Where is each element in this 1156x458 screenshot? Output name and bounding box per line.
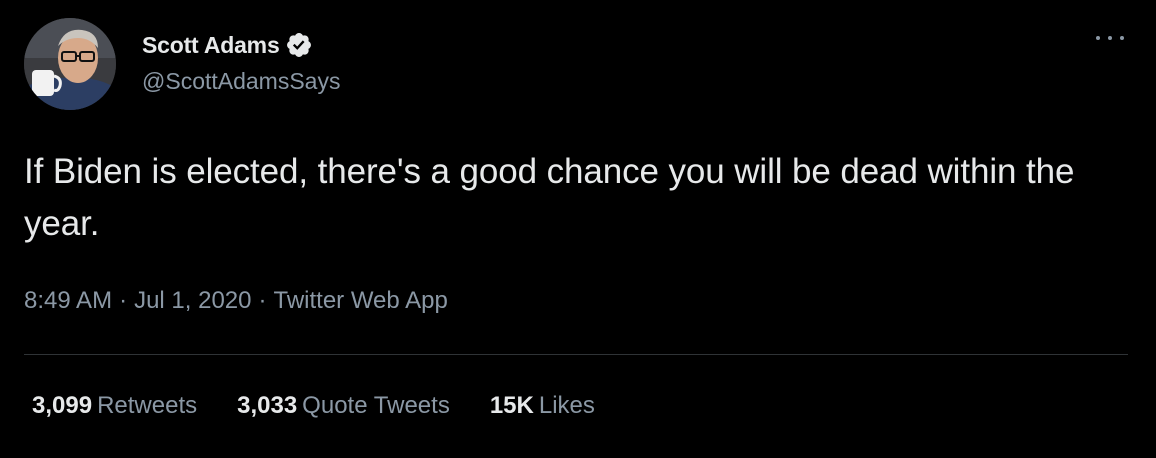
author-name[interactable]: Scott Adams	[142, 32, 280, 59]
meta-separator: ·	[119, 287, 128, 314]
divider	[24, 354, 1128, 355]
verified-badge-icon	[285, 31, 313, 59]
retweets-stat[interactable]: 3,099 Retweets	[32, 392, 197, 420]
quote-tweets-label: Quote Tweets	[302, 392, 450, 419]
author-name-row: Scott Adams	[142, 30, 340, 60]
tweet-meta: 8:49 AM · Jul 1, 2020 · Twitter Web App	[24, 287, 448, 315]
tweet-text: If Biden is elected, there's a good chan…	[24, 152, 1075, 243]
author-handle[interactable]: @ScottAdamsSays	[142, 68, 340, 95]
avatar[interactable]	[24, 18, 116, 110]
quote-tweets-stat[interactable]: 3,033 Quote Tweets	[237, 392, 450, 420]
likes-stat[interactable]: 15K Likes	[490, 392, 595, 420]
retweets-label: Retweets	[97, 392, 198, 419]
tweet-card: Scott Adams @ScottAdamsSays If Biden is …	[0, 0, 1156, 458]
meta-separator: ·	[258, 287, 267, 314]
tweet-time[interactable]: 8:49 AM	[24, 287, 112, 314]
tweet-stats: 3,099 Retweets 3,033 Quote Tweets 15K Likes	[32, 392, 635, 420]
retweets-count: 3,099	[32, 392, 93, 419]
tweet-source[interactable]: Twitter Web App	[273, 287, 447, 314]
likes-label: Likes	[538, 392, 595, 419]
author-block: Scott Adams @ScottAdamsSays	[142, 30, 340, 95]
avatar-image	[24, 18, 116, 110]
likes-count: 15K	[489, 392, 534, 419]
tweet-date[interactable]: Jul 1, 2020	[134, 287, 251, 314]
quote-tweets-count: 3,033	[237, 392, 298, 419]
more-options-icon[interactable]	[1096, 28, 1124, 48]
